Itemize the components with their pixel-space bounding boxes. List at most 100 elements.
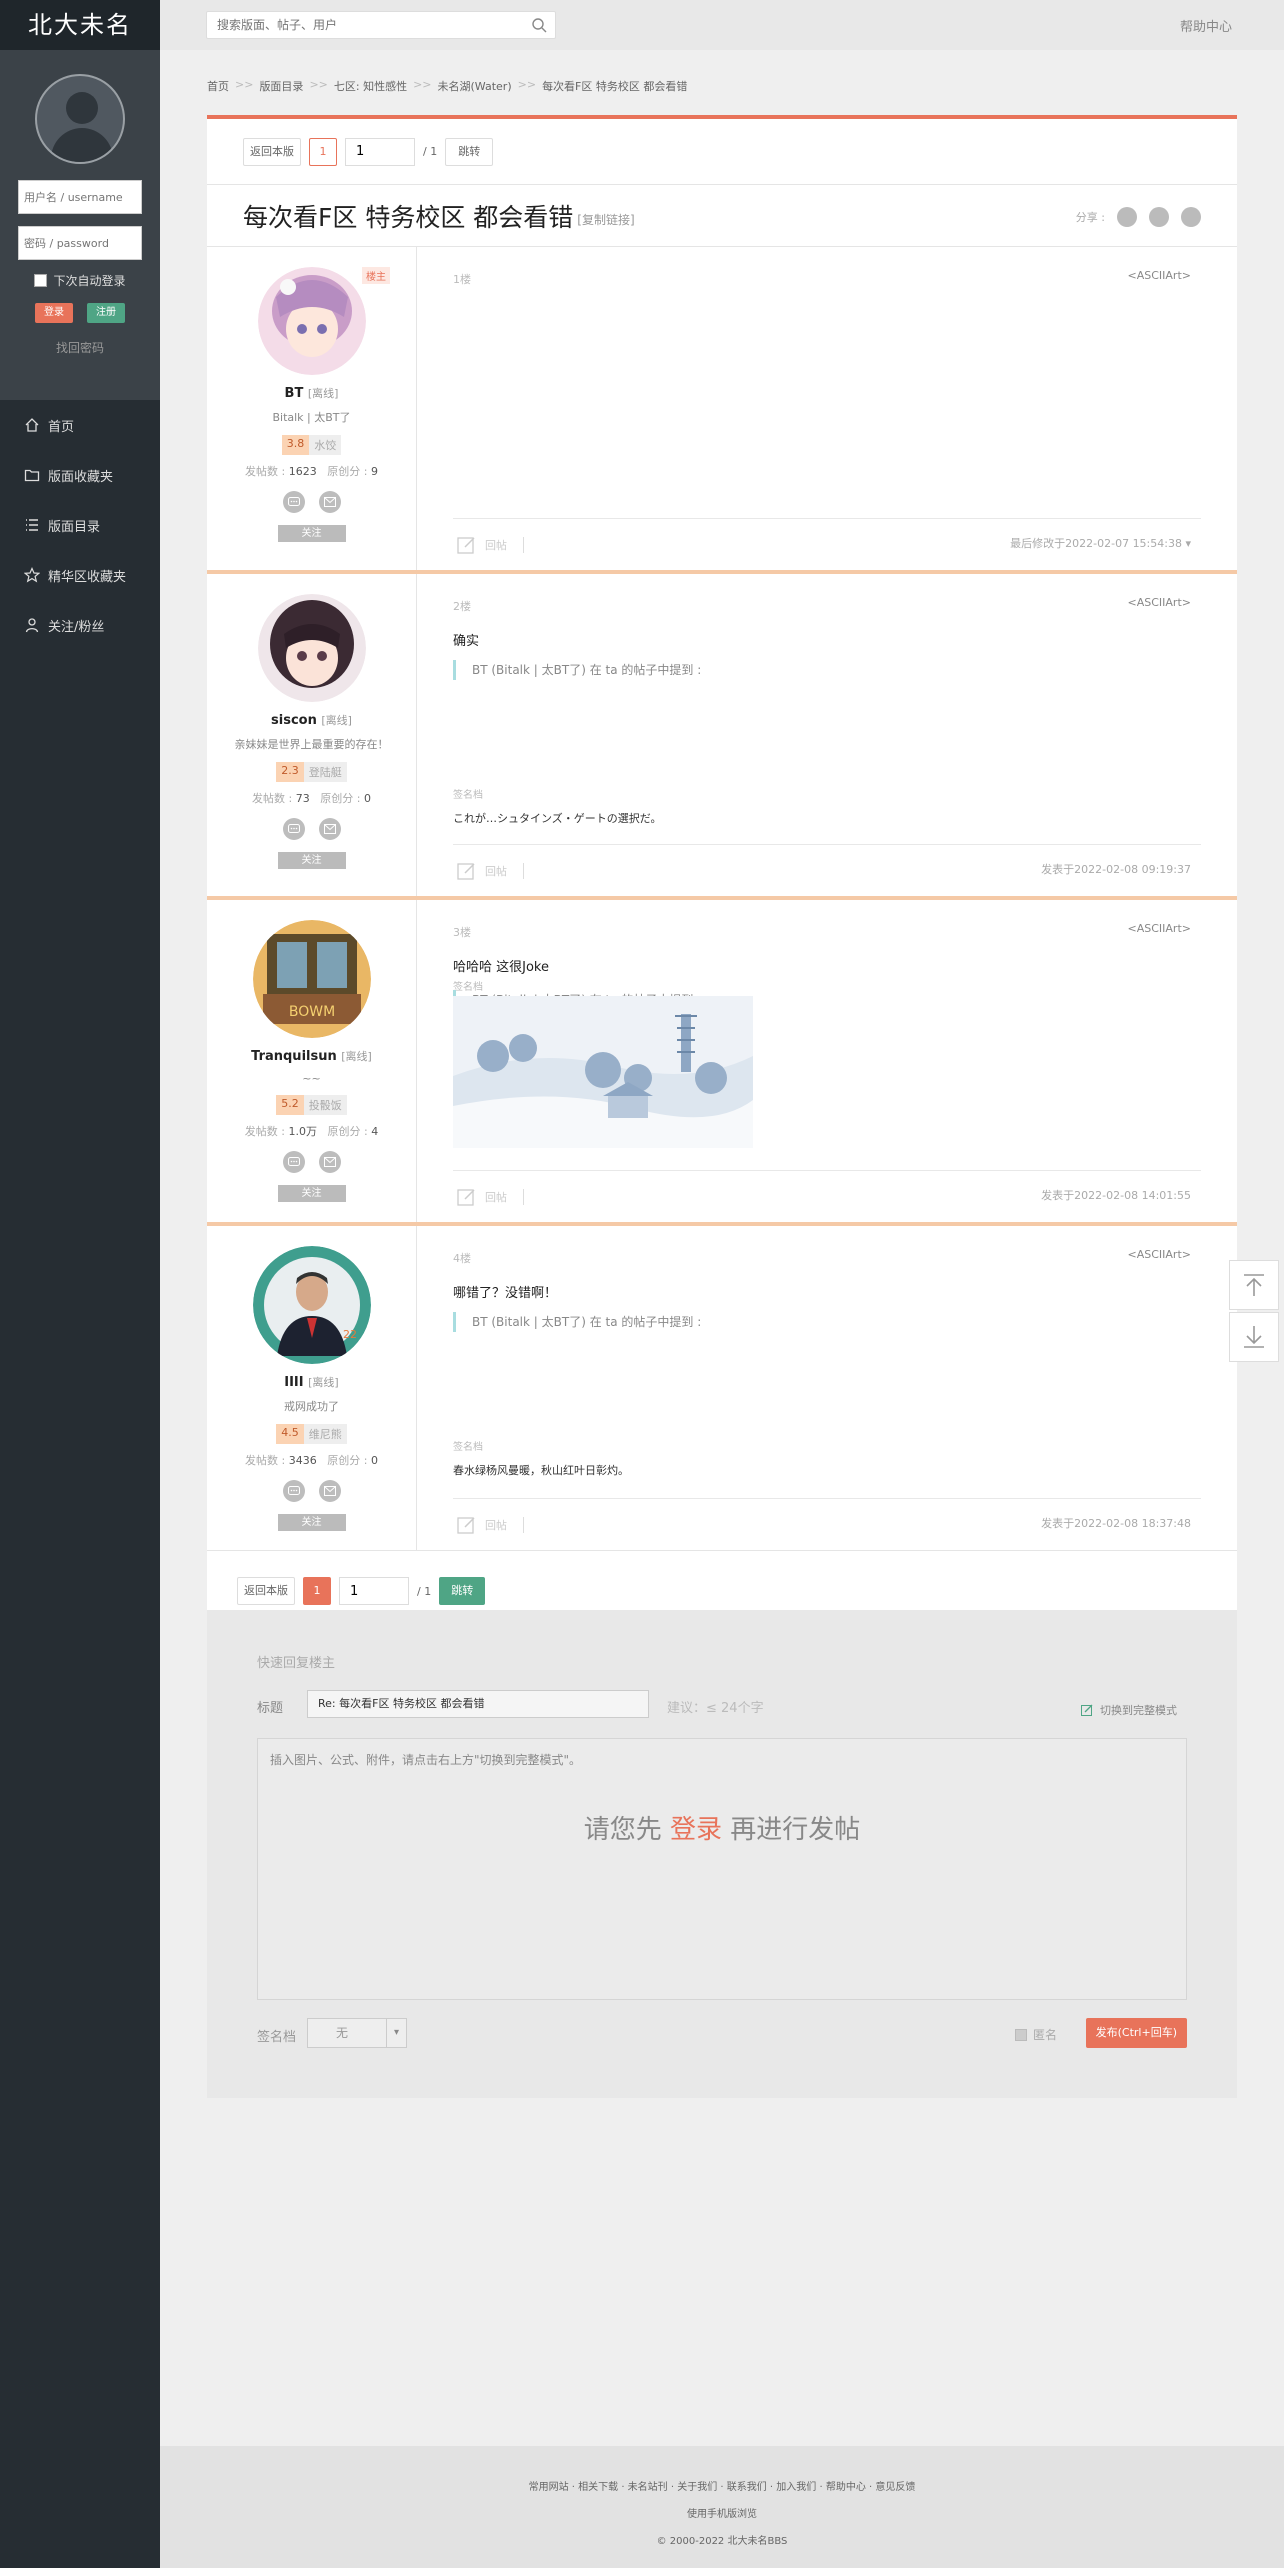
thread-titlebar: 每次看F区 特务校区 都会看错 [复制链接] 分享 : bbox=[207, 185, 1237, 247]
avatar[interactable]: BOWM bbox=[252, 920, 371, 1038]
sidebar-item-board-favorites[interactable]: 版面收藏夹 bbox=[0, 450, 160, 500]
mail-icon[interactable] bbox=[318, 818, 341, 840]
post-quote[interactable]: BT (Bitalk | 太BT了) 在 ta 的帖子中提到 : bbox=[453, 660, 701, 680]
breadcrumb-item[interactable]: 版面目录 bbox=[259, 78, 303, 94]
page-input[interactable] bbox=[339, 1577, 409, 1605]
wechat-icon[interactable] bbox=[1181, 207, 1201, 227]
copy-link-button[interactable]: [复制链接] bbox=[577, 211, 634, 228]
username[interactable]: siscon bbox=[271, 713, 317, 728]
page-number[interactable]: 1 bbox=[303, 1577, 331, 1605]
signature-label: 签名档 bbox=[453, 790, 483, 801]
back-to-board-button[interactable]: 返回本版 bbox=[237, 1577, 295, 1605]
page-number[interactable]: 1 bbox=[309, 137, 337, 166]
qq-icon[interactable] bbox=[1149, 207, 1169, 227]
mail-icon[interactable] bbox=[318, 1480, 341, 1502]
post-body: 1楼 <ASCIIArt> 回帖 最后修改于2022-02-07 15:54:3… bbox=[417, 247, 1237, 570]
footer: 常用网站 · 相关下载 · 未名站刊 · 关于我们 · 联系我们 · 加入我们 … bbox=[160, 2446, 1284, 2568]
username[interactable]: IIII bbox=[284, 1375, 303, 1390]
floor-number: 3楼 bbox=[453, 926, 471, 939]
share-bar: 分享 : bbox=[1076, 207, 1201, 227]
reply-textarea[interactable]: 插入图片、公式、附件，请点击右上方"切换到完整模式"。 请您先 登录 再进行发帖 bbox=[257, 1738, 1187, 2000]
follow-button[interactable]: 关注 bbox=[277, 1185, 346, 1202]
post-body: 3楼 <ASCIIArt> 哈哈哈 这很Joke 签名档 BT (Bitalk … bbox=[417, 900, 1237, 1222]
avatar[interactable] bbox=[257, 594, 366, 702]
mail-icon[interactable] bbox=[318, 1151, 341, 1173]
avatar[interactable]: 22 bbox=[252, 1246, 371, 1364]
post-text: 哪错了？没错啊！ bbox=[453, 1286, 558, 1301]
post: BOWM Tranquilsun [离线] ~~ 5.2 投骰饭 发帖数 : 1.… bbox=[207, 900, 1237, 1226]
auto-login-checkbox[interactable] bbox=[34, 274, 48, 287]
mobile-link[interactable]: 使用手机版浏览 bbox=[160, 2505, 1284, 2520]
edit-icon bbox=[457, 863, 475, 880]
ascii-art-toggle[interactable]: <ASCIIArt> bbox=[1128, 596, 1191, 609]
edit-icon bbox=[457, 1517, 475, 1534]
username[interactable]: BT bbox=[285, 386, 304, 401]
reply-button[interactable]: 回帖 bbox=[457, 1187, 524, 1207]
jump-button[interactable]: 跳转 bbox=[445, 137, 494, 166]
follow-button[interactable]: 关注 bbox=[277, 1514, 346, 1531]
login-link[interactable]: 登录 bbox=[670, 1815, 722, 1845]
register-button[interactable]: 注册 bbox=[87, 303, 125, 323]
back-to-board-button[interactable]: 返回本版 bbox=[243, 137, 301, 166]
site-logo[interactable]: 北大未名 bbox=[0, 0, 160, 50]
chat-icon[interactable] bbox=[282, 818, 305, 840]
breadcrumb-item[interactable]: 首页 bbox=[207, 78, 229, 94]
svg-text:BOWM: BOWM bbox=[288, 1004, 334, 1020]
sidebar-item-follow[interactable]: 关注/粉丝 bbox=[0, 600, 160, 650]
password-input[interactable] bbox=[18, 226, 142, 260]
home-icon bbox=[25, 418, 39, 432]
floor-number: 2楼 bbox=[453, 600, 471, 613]
search-icon[interactable] bbox=[531, 17, 547, 33]
username-input[interactable] bbox=[18, 180, 142, 214]
reply-button[interactable]: 回帖 bbox=[457, 535, 524, 555]
user-tagline: 戒网成功了 bbox=[284, 1400, 339, 1413]
chat-icon[interactable] bbox=[282, 491, 305, 513]
chat-icon[interactable] bbox=[282, 1480, 305, 1502]
post-time[interactable]: 最后修改于2022-02-07 15:54:38 ▾ bbox=[1010, 535, 1191, 551]
anonymous-checkbox[interactable]: 匿名 bbox=[1015, 2026, 1057, 2043]
ascii-art-toggle[interactable]: <ASCIIArt> bbox=[1128, 269, 1191, 282]
post-quote[interactable]: BT (Bitalk | 太BT了) 在 ta 的帖子中提到 : bbox=[453, 1312, 701, 1332]
sidebar-item-digest-favorites[interactable]: 精华区收藏夹 bbox=[0, 550, 160, 600]
reply-button[interactable]: 回帖 bbox=[457, 1515, 524, 1535]
breadcrumb-item[interactable]: 每次看F区 特务校区 都会看错 bbox=[542, 78, 687, 94]
sidebar-item-home[interactable]: 首页 bbox=[0, 400, 160, 450]
mail-icon[interactable] bbox=[318, 491, 341, 513]
arrow-up-icon bbox=[1244, 1274, 1264, 1296]
follow-button[interactable]: 关注 bbox=[277, 852, 346, 869]
search-input[interactable] bbox=[207, 12, 507, 38]
ascii-art-toggle[interactable]: <ASCIIArt> bbox=[1128, 922, 1191, 935]
scroll-bottom-button[interactable] bbox=[1229, 1312, 1279, 1362]
page-input[interactable] bbox=[345, 137, 415, 166]
ascii-art-toggle[interactable]: <ASCIIArt> bbox=[1128, 1248, 1191, 1261]
help-center-link[interactable]: 帮助中心 bbox=[1180, 16, 1232, 35]
avatar[interactable] bbox=[257, 267, 366, 375]
post-text: 哈哈哈 这很Joke bbox=[453, 960, 549, 975]
breadcrumb-item[interactable]: 七区: 知性感性 bbox=[334, 78, 407, 94]
weibo-icon[interactable] bbox=[1117, 207, 1137, 227]
title-label: 标题 bbox=[257, 1701, 284, 1716]
login-button[interactable]: 登录 bbox=[35, 303, 73, 323]
user-level: 5.2 投骰饭 bbox=[276, 1095, 347, 1115]
post: 楼主 BT [离线] Bitalk | 太BT了 3.8 水饺 发帖数 : 162… bbox=[207, 247, 1237, 574]
publish-button[interactable]: 发布(Ctrl+回车) bbox=[1085, 2018, 1187, 2048]
signature-text: 春水绿杨风曼暖，秋山红叶日彰灼。 bbox=[453, 1464, 629, 1477]
jump-button[interactable]: 跳转 bbox=[439, 1577, 486, 1605]
signature-select[interactable]: 无 ▾ bbox=[307, 2018, 407, 2048]
chat-icon[interactable] bbox=[282, 1151, 305, 1173]
user-level: 2.3 登陆艇 bbox=[276, 762, 347, 782]
full-mode-toggle[interactable]: 切换到完整模式 bbox=[1081, 1702, 1177, 1718]
find-password-link[interactable]: 找回密码 bbox=[0, 339, 160, 356]
sidebar-item-board-directory[interactable]: 版面目录 bbox=[0, 500, 160, 550]
scroll-top-button[interactable] bbox=[1229, 1260, 1279, 1310]
owner-badge: 楼主 bbox=[362, 267, 390, 284]
post-author: siscon [离线] 亲妹妹是世界上最重要的存在！ 2.3 登陆艇 发帖数 : … bbox=[207, 574, 417, 896]
reply-title-input[interactable]: Re: 每次看F区 特务校区 都会看错 bbox=[307, 1690, 649, 1718]
breadcrumb-item[interactable]: 未名湖(Water) bbox=[438, 78, 512, 94]
footer-links[interactable]: 常用网站 · 相关下载 · 未名站刊 · 关于我们 · 联系我们 · 加入我们 … bbox=[160, 2478, 1284, 2493]
follow-button[interactable]: 关注 bbox=[277, 525, 346, 542]
reply-button[interactable]: 回帖 bbox=[457, 861, 524, 881]
topbar: 帮助中心 bbox=[160, 0, 1284, 50]
auto-login[interactable]: 下次自动登录 bbox=[0, 272, 160, 289]
username[interactable]: Tranquilsun bbox=[251, 1049, 337, 1064]
